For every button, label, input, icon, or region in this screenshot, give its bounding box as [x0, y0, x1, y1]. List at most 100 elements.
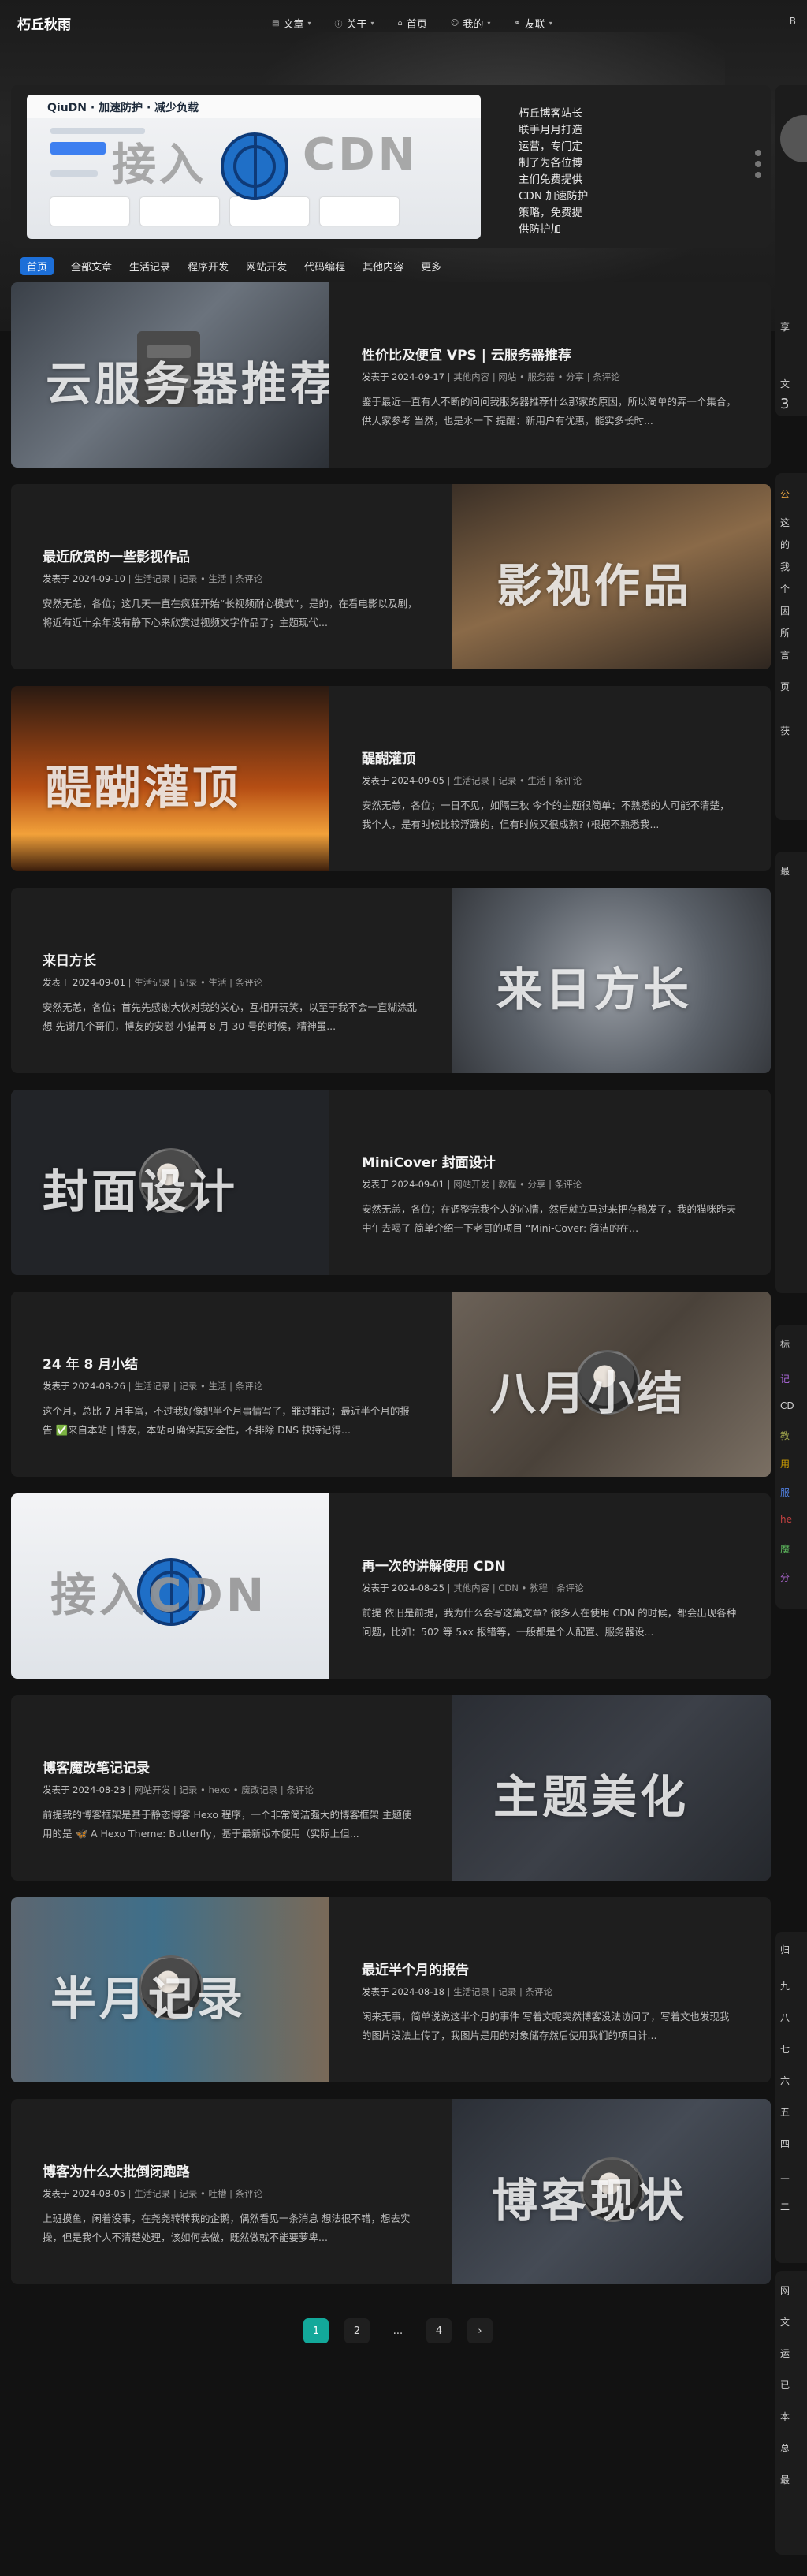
post-cover[interactable]: 影视作品 — [452, 484, 771, 669]
post-cover[interactable]: 来日方长 — [452, 888, 771, 1073]
nav-item-mine[interactable]: ☺ 我的 ▾ — [451, 16, 490, 31]
post-cover[interactable]: 主题美化 — [452, 1695, 771, 1881]
post-title[interactable]: MiniCover 封面设计 — [362, 1151, 496, 1171]
sidebar-tag[interactable]: 魔 — [780, 1542, 790, 1556]
post-cover-text: 接入CDN — [50, 1568, 268, 1622]
sidebar-text: 本 — [780, 2411, 790, 2422]
post-title[interactable]: 醍醐灌顶 — [362, 747, 415, 767]
globe-icon — [221, 132, 288, 200]
post-cover[interactable]: 醍醐灌顶 — [11, 686, 329, 871]
sidebar-card-profile: 享 文 3 — [775, 85, 807, 416]
sidebar-tag[interactable]: 记 — [780, 1372, 790, 1385]
post-excerpt: 安然无恙，各位；这几天一直在疯狂开始“长视频耐心模式”，是的，在看电影以及剧，将… — [43, 598, 418, 628]
post-title[interactable]: 博客魔改笔记记录 — [43, 1757, 150, 1776]
pagination: 1 2 ... 4 › — [303, 2318, 493, 2343]
post-cover-text: 封面设计 — [43, 1165, 239, 1218]
post-list: 云服务器推荐 性价比及便宜 VPS | 云服务器推荐 发表于 2024-09-1… — [11, 282, 771, 2284]
post-meta: 发表于 2024-08-25 | 其他内容 | CDN • 教程 | 条评论 — [362, 1583, 584, 1594]
post-title[interactable]: 博客为什么大批倒闭跑路 — [43, 2160, 190, 2180]
post-cover[interactable]: 博客现状 — [452, 2099, 771, 2284]
post-card[interactable]: 封面设计 MiniCover 封面设计 发表于 2024-09-01 | 网站开… — [11, 1090, 771, 1275]
category-tab-life[interactable]: 生活记录 — [129, 259, 170, 274]
banner-carousel-dots[interactable] — [755, 150, 761, 178]
avatar[interactable] — [780, 115, 807, 162]
post-cover[interactable]: 半月记录 — [11, 1897, 329, 2082]
post-info: 24 年 8 月小结 发表于 2024-08-26 | 生活记录 | 记录 • … — [43, 1292, 437, 1477]
post-title[interactable]: 再一次的讲解使用 CDN — [362, 1555, 506, 1575]
post-cover-text: 主题美化 — [493, 1770, 690, 1824]
post-card[interactable]: 最近欣赏的一些影视作品 发表于 2024-09-10 | 生活记录 | 记录 •… — [11, 484, 771, 669]
sidebar-text: 标 — [780, 1339, 790, 1350]
post-cover[interactable]: 接入CDN — [11, 1493, 329, 1679]
post-card[interactable]: 云服务器推荐 性价比及便宜 VPS | 云服务器推荐 发表于 2024-09-1… — [11, 282, 771, 468]
category-tab-programming[interactable]: 程序开发 — [188, 259, 229, 274]
page-button-2[interactable]: 2 — [344, 2318, 370, 2343]
banner-mock-header: QiuDN · 加速防护 · 减少负载 — [27, 95, 481, 118]
post-card[interactable]: 博客为什么大批倒闭跑路 发表于 2024-08-05 | 生活记录 | 记录 •… — [11, 2099, 771, 2284]
category-tab-more[interactable]: 更多 — [421, 259, 441, 274]
post-card[interactable]: 博客魔改笔记记录 发表于 2024-08-23 | 网站开发 | 记录 • he… — [11, 1695, 771, 1881]
category-bar: 首页 全部文章 生活记录 程序开发 网站开发 代码编程 其他内容 更多 — [11, 249, 771, 282]
post-card[interactable]: 来日方长 发表于 2024-09-01 | 生活记录 | 记录 • 生活 | 条… — [11, 888, 771, 1073]
article-icon: ▤ — [272, 18, 280, 28]
nav-label: 首页 — [406, 18, 427, 31]
sidebar-text: 七 — [780, 2044, 790, 2055]
post-title[interactable]: 性价比及便宜 VPS | 云服务器推荐 — [362, 344, 571, 363]
post-cover-text: 博客现状 — [492, 2174, 688, 2227]
post-meta: 发表于 2024-09-01 | 网站开发 | 教程 • 分享 | 条评论 — [362, 1179, 582, 1190]
post-info: 最近半个月的报告 发表于 2024-08-18 | 生活记录 | 记录 | 条评… — [362, 1897, 756, 2082]
sidebar-tag[interactable]: 教 — [780, 1429, 790, 1442]
category-tab-all[interactable]: 全部文章 — [71, 259, 112, 274]
category-tab-home[interactable]: 首页 — [20, 256, 54, 275]
nav-right-button[interactable]: B — [790, 16, 796, 27]
page-button-1[interactable]: 1 — [303, 2318, 329, 2343]
post-meta: 发表于 2024-09-10 | 生活记录 | 记录 • 生活 | 条评论 — [43, 573, 263, 584]
nav-item-about[interactable]: ⓘ 关于 ▾ — [334, 16, 374, 31]
post-excerpt: 前提 依旧是前提，我为什么会写这篇文章? 很多人在使用 CDN 的时候，都会出现… — [362, 1607, 737, 1638]
chevron-down-icon: ▾ — [370, 19, 374, 27]
featured-banner[interactable]: QiuDN · 加速防护 · 减少负载 接入 CDN 朽丘博客站长联手月月打造运… — [11, 85, 771, 248]
nav-item-home[interactable]: ⌂ 首页 — [398, 16, 427, 31]
sidebar-text: 最 — [780, 866, 790, 877]
post-card[interactable]: 24 年 8 月小结 发表于 2024-08-26 | 生活记录 | 记录 • … — [11, 1292, 771, 1477]
sidebar-tag[interactable]: CD — [780, 1400, 794, 1411]
post-title[interactable]: 来日方长 — [43, 949, 96, 969]
sidebar-text: 享 — [780, 322, 790, 333]
category-tab-web[interactable]: 网站开发 — [246, 259, 287, 274]
page-button-4[interactable]: 4 — [426, 2318, 452, 2343]
post-title[interactable]: 最近欣赏的一些影视作品 — [43, 546, 190, 565]
link-icon: ⚭ — [514, 18, 521, 28]
post-title[interactable]: 最近半个月的报告 — [362, 1959, 469, 1978]
next-page-icon[interactable]: › — [467, 2318, 493, 2343]
sidebar-tag[interactable]: 服 — [780, 1486, 790, 1499]
post-card[interactable]: 接入CDN 再一次的讲解使用 CDN 发表于 2024-08-25 | 其他内容… — [11, 1493, 771, 1679]
nav-item-articles[interactable]: ▤ 文章 ▾ — [272, 16, 311, 31]
post-info: 来日方长 发表于 2024-09-01 | 生活记录 | 记录 • 生活 | 条… — [43, 888, 437, 1073]
sidebar-tag[interactable]: he — [780, 1514, 792, 1525]
main-nav: ▤ 文章 ▾ ⓘ 关于 ▾ ⌂ 首页 ☺ 我的 ▾ ⚭ 友联 ▾ — [272, 0, 552, 46]
nav-item-friends[interactable]: ⚭ 友联 ▾ — [514, 16, 552, 31]
post-cover[interactable]: 八月小结 — [452, 1292, 771, 1477]
post-card[interactable]: 醍醐灌顶 醍醐灌顶 发表于 2024-09-05 | 生活记录 | 记录 • 生… — [11, 686, 771, 871]
sidebar-card-announcement: 公 这 的 我 个 因 所 言 页 获 — [775, 473, 807, 820]
category-tab-other[interactable]: 其他内容 — [363, 259, 404, 274]
post-title[interactable]: 24 年 8 月小结 — [43, 1353, 138, 1373]
post-cover[interactable]: 云服务器推荐 — [11, 282, 329, 468]
sidebar-tag[interactable]: 用 — [780, 1457, 790, 1471]
nav-label: 关于 — [346, 18, 367, 31]
sidebar-tag[interactable]: 分 — [780, 1571, 790, 1584]
user-icon: ☺ — [450, 18, 459, 28]
post-card[interactable]: 半月记录 最近半个月的报告 发表于 2024-08-18 | 生活记录 | 记录… — [11, 1897, 771, 2082]
post-info: 博客魔改笔记记录 发表于 2024-08-23 | 网站开发 | 记录 • he… — [43, 1695, 437, 1881]
category-tab-code[interactable]: 代码编程 — [304, 259, 345, 274]
sidebar-text: 因 — [780, 606, 790, 617]
nav-label: 友联 — [524, 18, 545, 31]
banner-mock-line — [50, 170, 98, 177]
site-brand[interactable]: 朽丘秋雨 — [17, 13, 71, 33]
sidebar-text: 文 — [780, 378, 790, 390]
main-column: QiuDN · 加速防护 · 减少负载 接入 CDN 朽丘博客站长联手月月打造运… — [11, 85, 771, 2284]
post-excerpt: 这个月，总比 7 月丰富，不过我好像把半个月事情写了，罪过罪过；最近半个月的报告… — [43, 1405, 410, 1436]
post-cover[interactable]: 封面设计 — [11, 1090, 329, 1275]
banner-cover-image[interactable]: QiuDN · 加速防护 · 减少负载 接入 CDN — [27, 95, 481, 239]
post-meta: 发表于 2024-08-23 | 网站开发 | 记录 • hexo • 魔改记录… — [43, 1784, 314, 1795]
